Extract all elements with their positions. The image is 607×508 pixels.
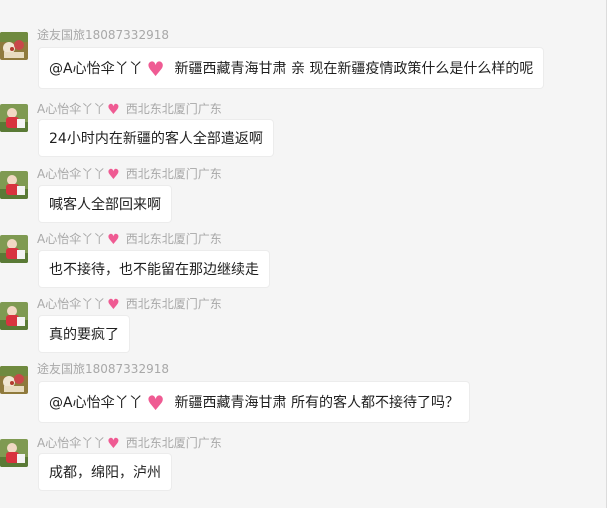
- avatar[interactable]: [0, 235, 28, 263]
- avatar[interactable]: [0, 32, 28, 60]
- sender-region: 西北东北厦门广东: [125, 167, 222, 181]
- avatar[interactable]: [0, 302, 28, 330]
- message-bubble[interactable]: @A心怡伞丫丫 ♥ 新疆西藏青海甘肃 亲 现在新疆疫情政策什么是什么样的呢: [38, 47, 545, 89]
- message-text: 也不接待，也不能留在那边继续走: [49, 262, 259, 278]
- sender-nickname: A心怡伞丫丫: [37, 297, 106, 311]
- message-text: 新疆西藏青海甘肃 亲 现在新疆疫情政策什么是什么样的呢: [174, 61, 534, 77]
- sender-name: A心怡伞丫丫 ♥ 西北东北厦门广东: [37, 232, 222, 247]
- message-bubble[interactable]: 24小时内在新疆的客人全部遣返啊: [38, 119, 274, 157]
- sender-region: 西北东北厦门广东: [125, 232, 222, 246]
- sender-name: A心怡伞丫丫 ♥ 西北东北厦门广东: [37, 167, 222, 182]
- avatar[interactable]: [0, 104, 28, 132]
- heart-icon: ♥: [146, 391, 165, 415]
- message-text: 新疆西藏青海甘肃 所有的客人都不接待了吗？: [174, 395, 459, 411]
- sender-region: 西北东北厦门广东: [125, 297, 222, 311]
- sender-region: 西北东北厦门广东: [125, 102, 222, 116]
- message-bubble[interactable]: 喊客人全部回来啊: [38, 185, 172, 223]
- message-text: 喊客人全部回来啊: [49, 197, 161, 213]
- sender-nickname: A心怡伞丫丫: [37, 167, 106, 181]
- heart-icon: ♥: [107, 167, 120, 183]
- sender-nickname: A心怡伞丫丫: [37, 232, 106, 246]
- heart-icon: ♥: [146, 57, 165, 81]
- message-bubble[interactable]: 也不接待，也不能留在那边继续走: [38, 250, 270, 288]
- sender-nickname: A心怡伞丫丫: [37, 102, 106, 116]
- message-text: 24小时内在新疆的客人全部遣返啊: [49, 131, 263, 147]
- heart-icon: ♥: [107, 297, 120, 313]
- message-bubble[interactable]: @A心怡伞丫丫 ♥ 新疆西藏青海甘肃 所有的客人都不接待了吗？: [38, 381, 470, 423]
- avatar[interactable]: [0, 171, 28, 199]
- avatar[interactable]: [0, 366, 28, 394]
- message-bubble[interactable]: 真的要疯了: [38, 315, 130, 353]
- mention[interactable]: @A心怡伞丫丫: [49, 395, 143, 411]
- mention[interactable]: @A心怡伞丫丫: [49, 61, 143, 77]
- sender-name: 途友国旅18087332918: [37, 28, 169, 42]
- sender-name: A心怡伞丫丫 ♥ 西北东北厦门广东: [37, 297, 222, 312]
- chat-history: 途友国旅18087332918 @A心怡伞丫丫 ♥ 新疆西藏青海甘肃 亲 现在新疆疫…: [0, 0, 607, 508]
- sender-name: A心怡伞丫丫 ♥ 西北东北厦门广东: [37, 102, 222, 117]
- sender-name: 途友国旅18087332918: [37, 362, 169, 376]
- sender-nickname: A心怡伞丫丫: [37, 436, 106, 450]
- avatar[interactable]: [0, 439, 28, 467]
- heart-icon: ♥: [107, 436, 120, 452]
- heart-icon: ♥: [107, 102, 120, 118]
- sender-name: A心怡伞丫丫 ♥ 西北东北厦门广东: [37, 436, 222, 451]
- message-bubble[interactable]: 成都，绵阳，泸州: [38, 453, 172, 491]
- message-text: 成都，绵阳，泸州: [49, 465, 161, 481]
- sender-region: 西北东北厦门广东: [125, 436, 222, 450]
- message-text: 真的要疯了: [49, 327, 119, 343]
- heart-icon: ♥: [107, 232, 120, 248]
